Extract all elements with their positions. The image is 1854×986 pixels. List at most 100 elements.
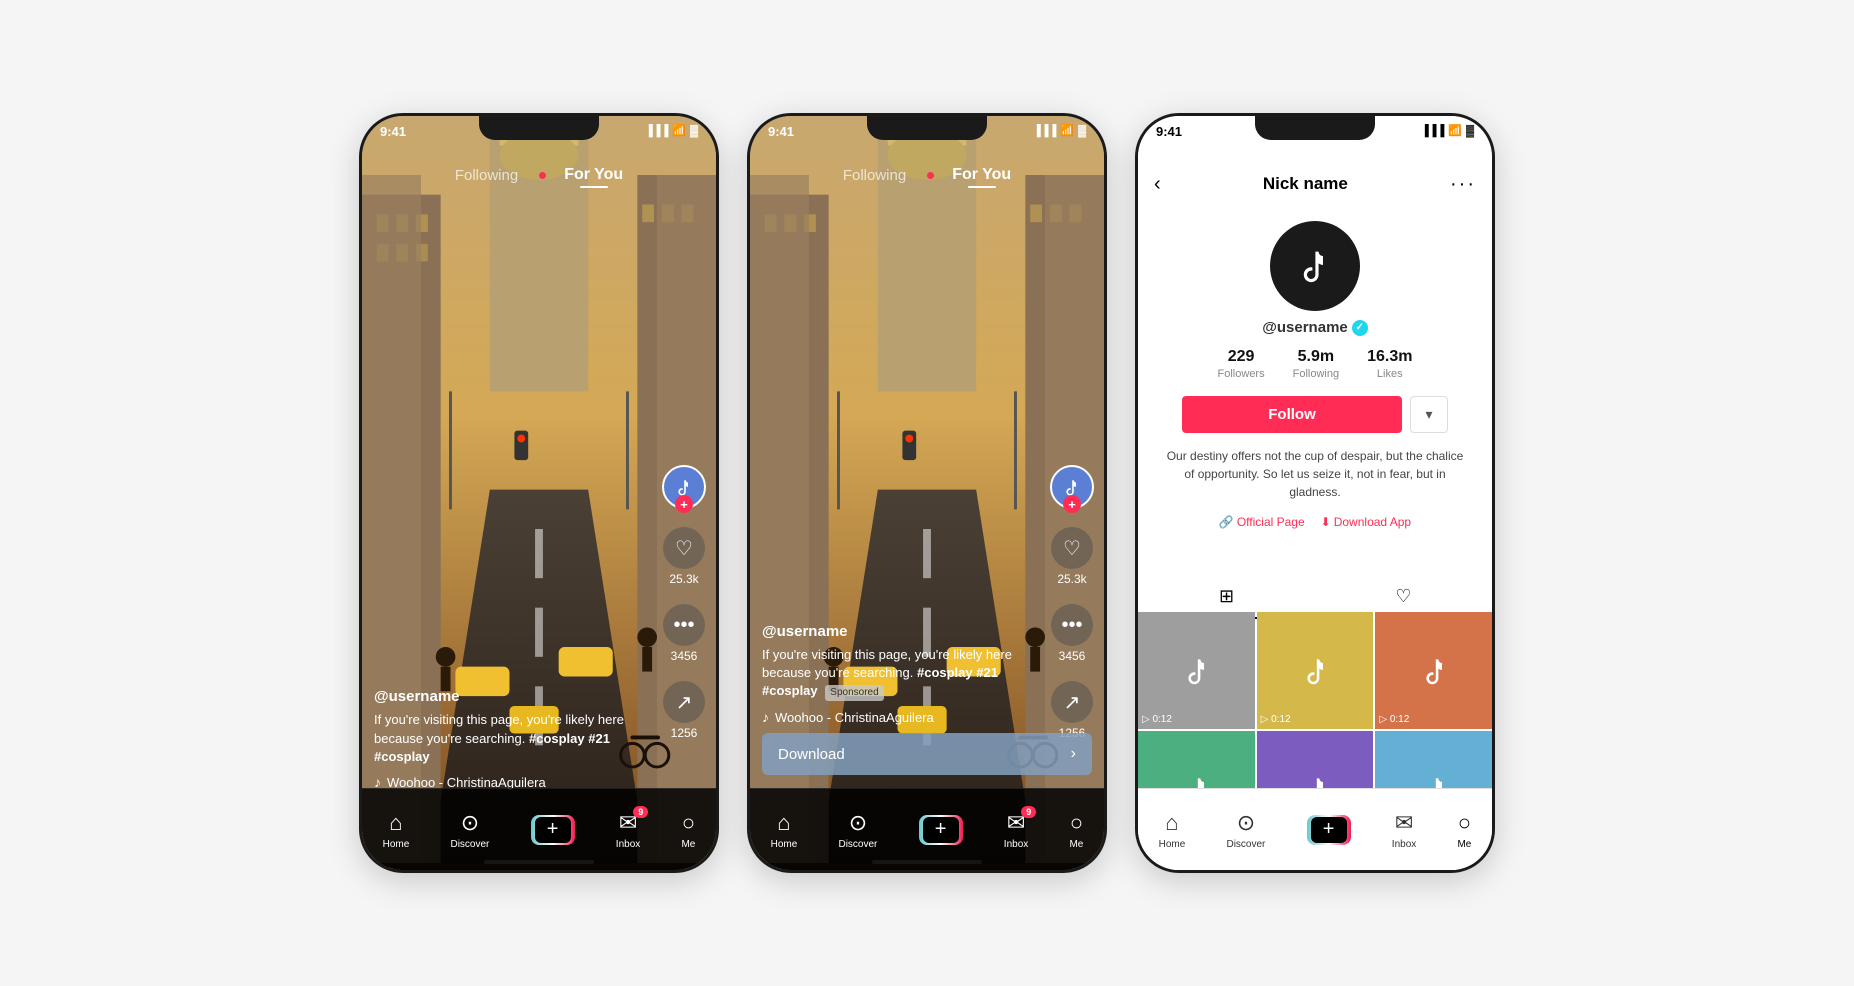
wifi-icon-2: 📶: [1060, 124, 1074, 137]
heart-icon-1[interactable]: ♡: [663, 527, 705, 569]
follow-button[interactable]: Follow: [1182, 396, 1402, 433]
nav-home-2[interactable]: ⌂ Home: [771, 810, 798, 850]
comment-icon-1[interactable]: •••: [663, 604, 705, 646]
sponsored-badge-2: Sponsored: [825, 685, 883, 701]
shares-count-1: 1256: [671, 726, 698, 740]
music-note-icon-2: ♪: [762, 709, 769, 725]
share-icon-1[interactable]: ↗: [663, 681, 705, 723]
create-btn-2[interactable]: +: [919, 815, 963, 845]
nav-discover-2[interactable]: ⊙ Discover: [838, 810, 877, 850]
follow-plus-2[interactable]: +: [1063, 495, 1081, 513]
music-row-2: ♪ Woohoo - ChristinaAguilera: [762, 709, 1039, 725]
stat-likes: 16.3m Likes: [1367, 348, 1412, 380]
create-btn-3[interactable]: +: [1307, 815, 1351, 845]
followers-label: Followers: [1218, 368, 1265, 380]
foryou-underline-1: [580, 186, 608, 188]
nav-inbox-3[interactable]: ✉ Inbox: [1392, 810, 1416, 850]
likes-group-1[interactable]: ♡ 25.3k: [663, 527, 705, 586]
foryou-label-1[interactable]: For You: [564, 166, 623, 184]
shares-group-2[interactable]: ↗ 1256: [1051, 681, 1093, 740]
comments-count-1: 3456: [671, 649, 698, 663]
nav-inbox-2[interactable]: ✉ 9 Inbox: [1004, 810, 1028, 850]
inbox-label-1: Inbox: [616, 839, 640, 850]
creator-avatar-1[interactable]: +: [662, 465, 706, 509]
nav-me-2[interactable]: ○ Me: [1069, 810, 1083, 850]
me-label-1: Me: [681, 839, 695, 850]
nav-home-3[interactable]: ⌂ Home: [1159, 810, 1186, 850]
home-icon-1: ⌂: [389, 810, 402, 836]
nav-create-1[interactable]: +: [531, 815, 575, 845]
creator-avatar-2[interactable]: +: [1050, 465, 1094, 509]
signal-icon-3: ▐▐▐: [1421, 125, 1444, 137]
link-icon-1: 🔗: [1219, 515, 1234, 529]
signal-icon-2: ▐▐▐: [1033, 125, 1056, 137]
status-icons-3: ▐▐▐ 📶 ▓: [1421, 124, 1474, 137]
shares-group-1[interactable]: ↗ 1256: [663, 681, 705, 740]
foryou-label-2[interactable]: For You: [952, 166, 1011, 184]
wifi-icon-3: 📶: [1448, 124, 1462, 137]
nav-discover-3[interactable]: ⊙ Discover: [1226, 810, 1265, 850]
chevron-right-icon: ›: [1071, 745, 1076, 763]
video-username-1[interactable]: @username: [374, 688, 651, 705]
follow-row: Follow ▾: [1138, 396, 1492, 433]
comments-group-1[interactable]: ••• 3456: [663, 604, 705, 663]
comment-icon-2[interactable]: •••: [1051, 604, 1093, 646]
comments-group-2[interactable]: ••• 3456: [1051, 604, 1093, 663]
video-thumb-1[interactable]: ▷ 0:12: [1138, 612, 1255, 729]
following-dot-2: [927, 172, 934, 179]
verified-badge: ✓: [1352, 320, 1368, 336]
video-username-2[interactable]: @username: [762, 623, 1039, 640]
download-button-2[interactable]: Download ›: [762, 733, 1092, 775]
following-label: Following: [1293, 368, 1339, 380]
nav-create-2[interactable]: +: [919, 815, 963, 845]
official-page-link[interactable]: 🔗 Official Page: [1219, 515, 1305, 529]
likes-group-2[interactable]: ♡ 25.3k: [1051, 527, 1093, 586]
right-sidebar-2: + ♡ 25.3k ••• 3456 ↗ 1256: [1050, 465, 1094, 740]
me-label-3: Me: [1457, 839, 1471, 850]
thumb-duration-1: ▷ 0:12: [1142, 714, 1172, 725]
me-icon-2: ○: [1070, 810, 1083, 836]
nav-create-3[interactable]: +: [1307, 815, 1351, 845]
me-icon-1: ○: [682, 810, 695, 836]
video-thumb-3[interactable]: ▷ 0:12: [1375, 612, 1492, 729]
links-row: 🔗 Official Page ⬇ Download App: [1219, 515, 1411, 529]
download-app-link[interactable]: ⬇ Download App: [1321, 515, 1411, 529]
nav-me-3[interactable]: ○ Me: [1457, 810, 1471, 850]
profile-username-row: @username ✓: [1262, 319, 1368, 336]
wifi-icon: 📶: [672, 124, 686, 137]
inbox-badge-2: 9: [1021, 806, 1036, 818]
thumb-duration-3: ▷ 0:12: [1379, 714, 1409, 725]
music-label-2: Woohoo - ChristinaAguilera: [775, 710, 934, 725]
create-btn-1[interactable]: +: [531, 815, 575, 845]
following-num: 5.9m: [1298, 348, 1334, 366]
nav-me-1[interactable]: ○ Me: [681, 810, 695, 850]
nav-inbox-1[interactable]: ✉ 9 Inbox: [616, 810, 640, 850]
dropdown-button[interactable]: ▾: [1410, 396, 1448, 433]
nav-discover-1[interactable]: ⊙ Discover: [450, 810, 489, 850]
status-icons-2: ▐▐▐ 📶 ▓: [1033, 124, 1086, 137]
back-button[interactable]: ‹: [1154, 173, 1161, 196]
bottom-nav-1: ⌂ Home ⊙ Discover + ✉ 9 Inbox ○ Me: [362, 788, 716, 870]
notch-2: [867, 116, 987, 140]
stat-followers: 229 Followers: [1218, 348, 1265, 380]
follow-plus-1[interactable]: +: [675, 495, 693, 513]
stats-row: 229 Followers 5.9m Following 16.3m Likes: [1218, 348, 1413, 380]
likes-num: 16.3m: [1367, 348, 1412, 366]
following-label-2[interactable]: Following: [843, 167, 906, 184]
bottom-nav-2: ⌂ Home ⊙ Discover + ✉ 9 Inbox ○ Me: [750, 788, 1104, 870]
inbox-icon-3: ✉: [1395, 810, 1413, 836]
more-options-button[interactable]: ···: [1450, 173, 1476, 196]
likes-count-2: 25.3k: [1057, 572, 1086, 586]
status-time-2: 9:41: [768, 124, 794, 139]
nav-home-1[interactable]: ⌂ Home: [383, 810, 410, 850]
inbox-label-2: Inbox: [1004, 839, 1028, 850]
likes-count-1: 25.3k: [669, 572, 698, 586]
top-nav-1: Following For You: [362, 160, 716, 190]
videos-tab-icon: ⊞: [1219, 586, 1234, 607]
video-thumb-2[interactable]: ▷ 0:12: [1257, 612, 1374, 729]
heart-icon-2[interactable]: ♡: [1051, 527, 1093, 569]
following-label-1[interactable]: Following: [455, 167, 518, 184]
share-icon-2[interactable]: ↗: [1051, 681, 1093, 723]
bottom-nav-3: ⌂ Home ⊙ Discover + ✉ Inbox ○ Me: [1138, 788, 1492, 870]
me-icon-3: ○: [1458, 810, 1471, 836]
